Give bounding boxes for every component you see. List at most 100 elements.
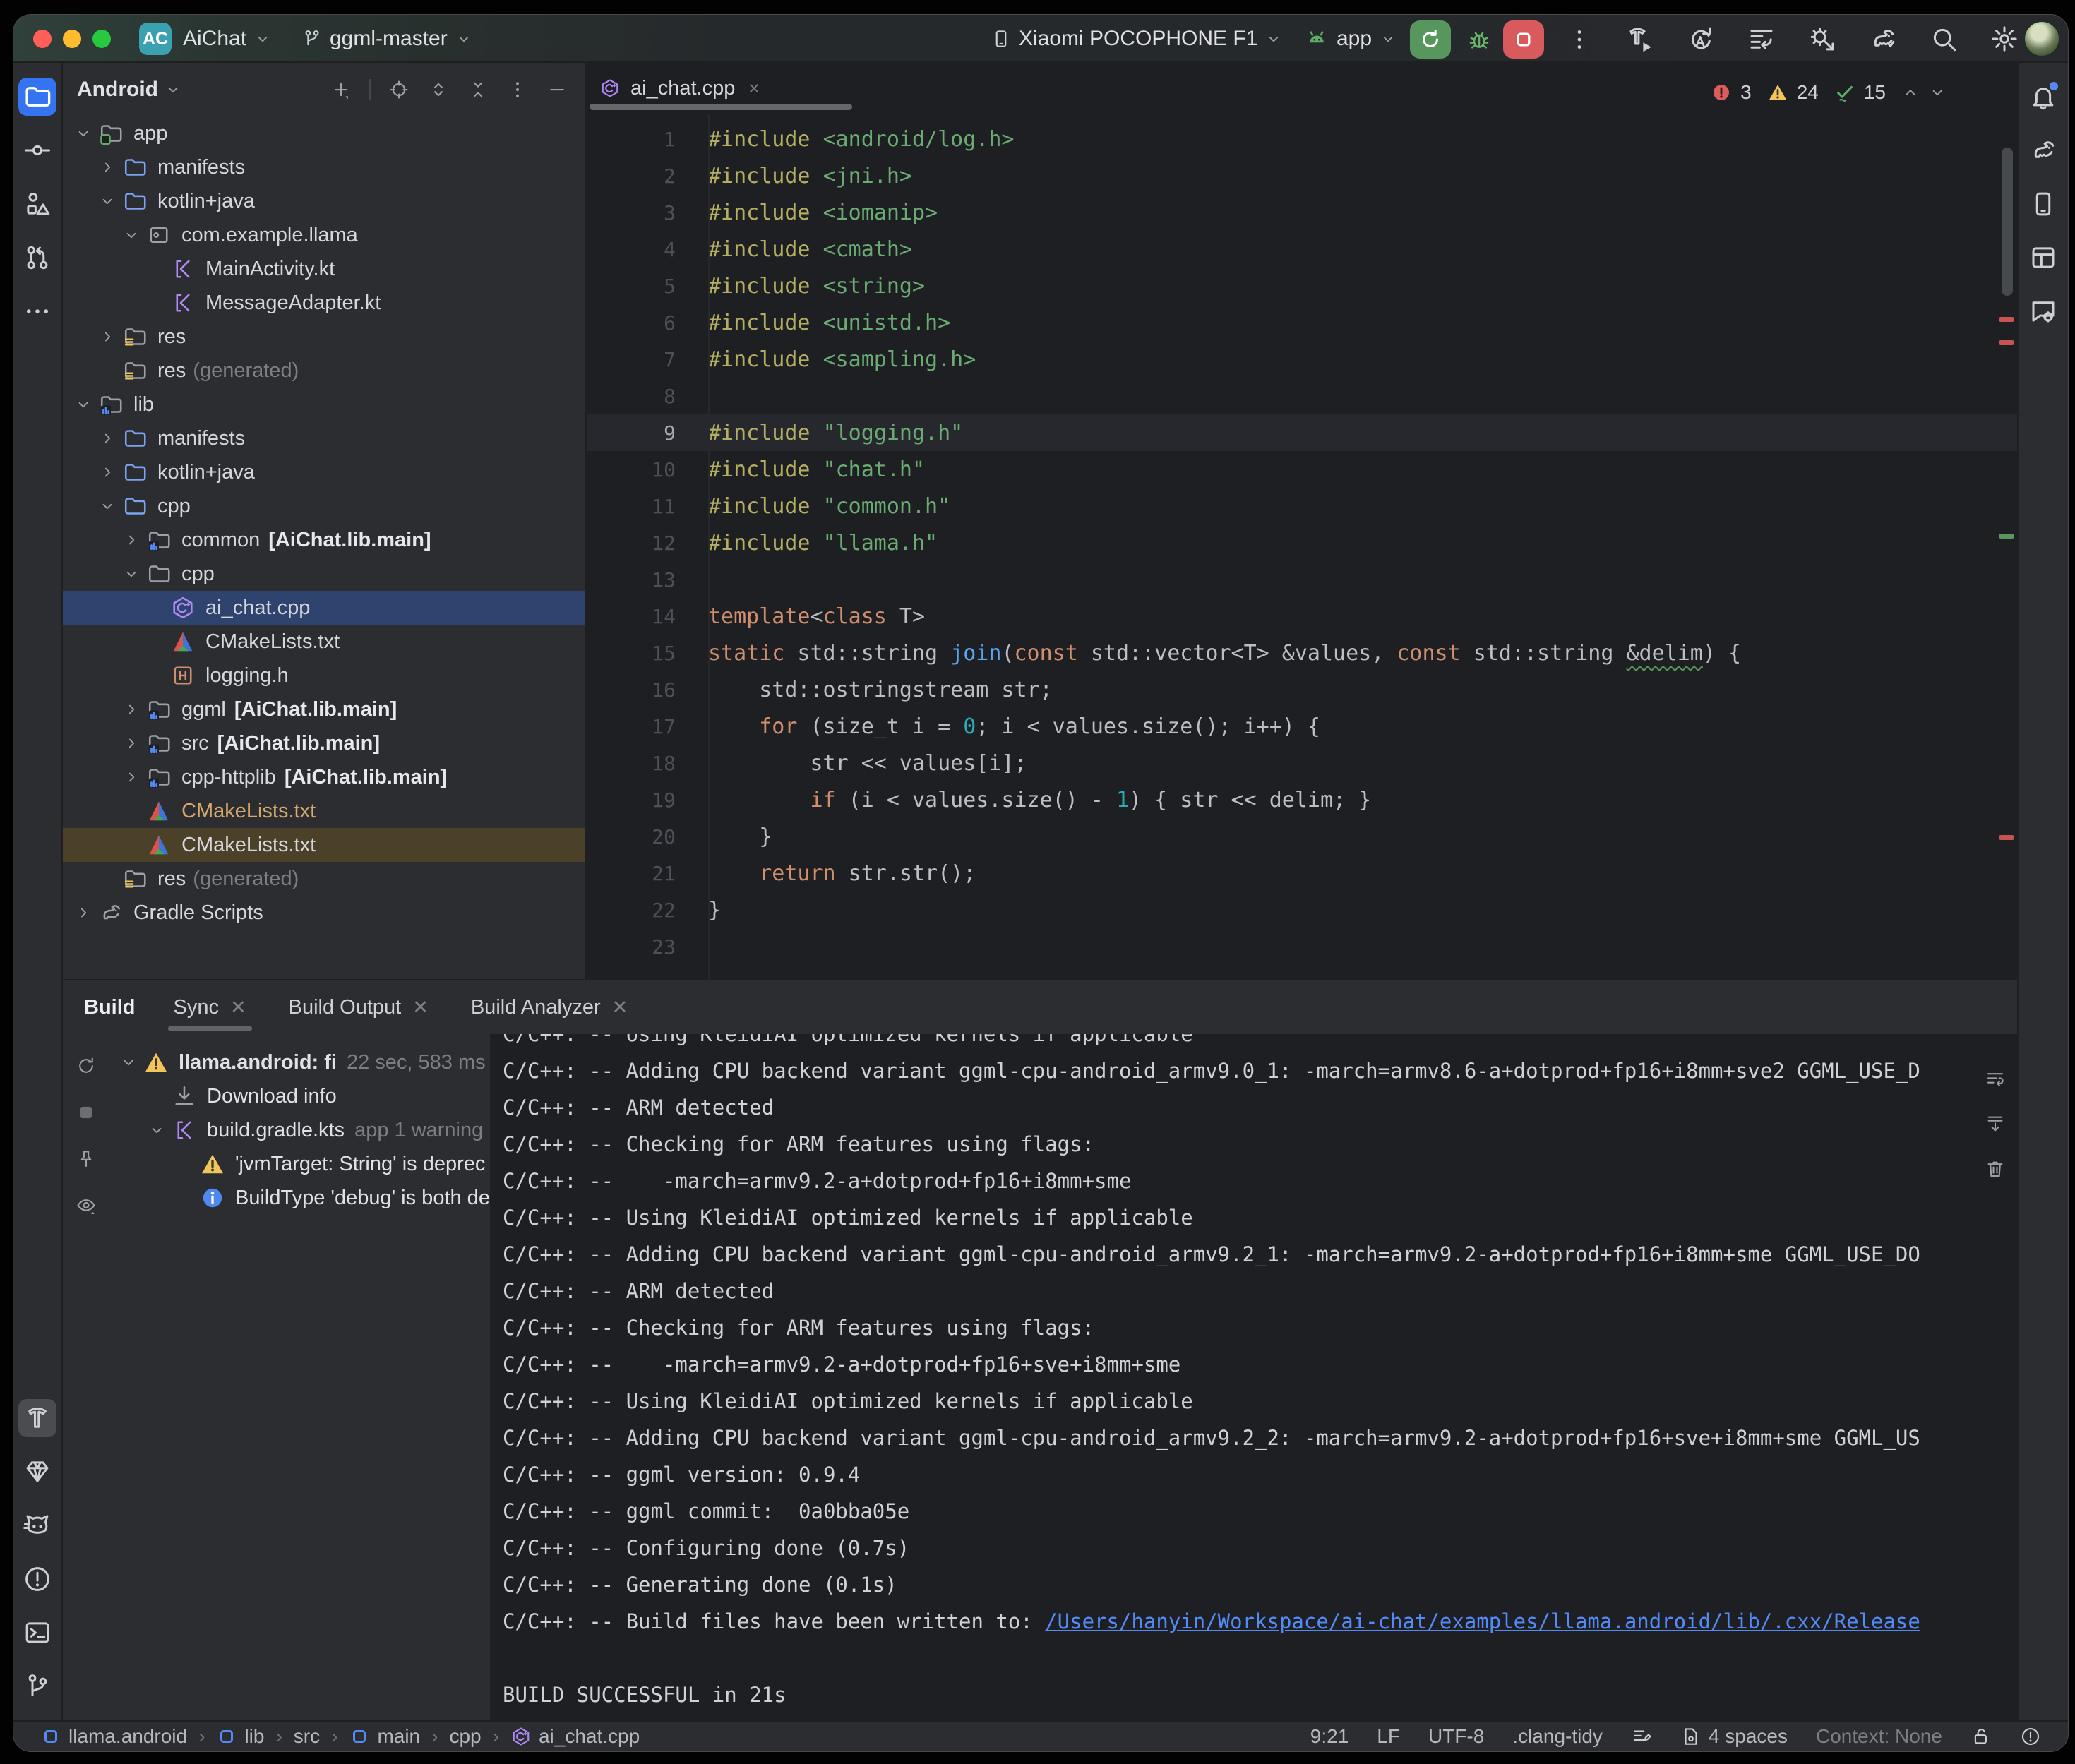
code-editor[interactable]: 1#include <android/log.h>2#include <jni.… [587, 114, 2017, 979]
tool-stripe-button-pull-requests[interactable] [18, 239, 56, 277]
tree-item-cmakelists-txt[interactable]: CMakeLists.txt [63, 625, 585, 659]
tool-stripe-button-project-folder[interactable] [18, 78, 56, 116]
chevron-right-icon[interactable] [98, 463, 116, 481]
tool-stripe-button-structure[interactable] [18, 185, 56, 223]
clear-all-button[interactable] [1980, 1154, 2010, 1184]
editor-scrollbar-thumb[interactable] [2002, 148, 2013, 296]
build-hammer-run-button[interactable] [1625, 23, 1656, 54]
code-line-6[interactable]: 6#include <unistd.h> [587, 304, 2017, 341]
build-tab-build-output[interactable]: Build Output✕ [273, 980, 444, 1034]
inspections-widget[interactable]: 3 24 15 [1711, 81, 1947, 104]
code-line-23[interactable]: 23 [587, 928, 2017, 965]
tree-item-manifests[interactable]: manifests [63, 421, 585, 455]
tool-stripe-button-problems[interactable] [18, 1560, 56, 1598]
code-line-17[interactable]: 17 for (size_t i = 0; i < values.size();… [587, 708, 2017, 745]
context-indicator[interactable]: Context: None [1816, 1725, 1942, 1748]
breadcrumb-item-src[interactable]: src [294, 1725, 320, 1748]
more-run-actions-button[interactable] [1564, 20, 1595, 59]
locate-file-button[interactable] [385, 76, 413, 104]
tree-item-logging-h[interactable]: logging.h [63, 659, 585, 692]
code-line-7[interactable]: 7#include <sampling.h> [587, 341, 2017, 378]
tree-item-app[interactable]: app [63, 116, 585, 150]
profiler-lines-button[interactable] [1746, 23, 1777, 54]
pin-button[interactable] [71, 1144, 101, 1174]
build-output-link[interactable]: /Users/hanyin/Workspace/ai-chat/examples… [1045, 1609, 1920, 1633]
expand-all-button[interactable] [424, 76, 453, 104]
breadcrumb-item-main[interactable]: main [349, 1725, 420, 1748]
close-tab-icon[interactable]: ✕ [412, 997, 429, 1019]
build-output-console[interactable]: C/C++: -- Using KleidiAI optimized kerne… [491, 1034, 2017, 1720]
chevron-right-icon[interactable] [74, 904, 92, 922]
close-tab-icon[interactable] [745, 79, 763, 97]
tree-item-cmakelists-txt[interactable]: CMakeLists.txt [63, 794, 585, 828]
code-line-20[interactable]: 20 } [587, 818, 2017, 855]
tree-item-llama-android-fi[interactable]: llama.android: fi22 sec, 583 ms [109, 1045, 490, 1079]
tree-item-download-info[interactable]: Download info [109, 1079, 490, 1113]
hide-panel-button[interactable] [543, 76, 571, 104]
build-tab-build-analyzer[interactable]: Build Analyzer✕ [455, 980, 643, 1034]
tree-item-res[interactable]: res(generated) [63, 354, 585, 388]
tree-item-lib[interactable]: lib [63, 388, 585, 421]
error-stripe-mark[interactable] [1999, 340, 2014, 345]
zoom-window-button[interactable] [92, 30, 111, 48]
chevron-right-icon[interactable] [122, 768, 140, 786]
code-line-1[interactable]: 1#include <android/log.h> [587, 121, 2017, 157]
tool-stripe-button-app-inspection[interactable] [2024, 292, 2062, 330]
tree-item-cpp[interactable]: cpp [63, 489, 585, 523]
tree-item-cpp-httplib[interactable]: cpp-httplib[AiChat.lib.main] [63, 760, 585, 794]
tree-item-manifests[interactable]: manifests [63, 150, 585, 184]
chevron-right-icon[interactable] [98, 429, 116, 448]
code-line-15[interactable]: 15static std::string join(const std::vec… [587, 635, 2017, 671]
chevron-right-icon[interactable] [98, 158, 116, 176]
chevron-down-icon[interactable] [122, 565, 140, 583]
code-line-22[interactable]: 22} [587, 892, 2017, 928]
vcs-stripe-mark[interactable] [1999, 534, 2014, 539]
file-encoding[interactable]: UTF-8 [1428, 1725, 1484, 1748]
tree-item-ggml[interactable]: ggml[AiChat.lib.main] [63, 692, 585, 726]
tree-item-com-example-llama[interactable]: com.example.llama [63, 218, 585, 252]
tool-stripe-button-commit[interactable] [18, 131, 56, 169]
project-selector[interactable]: AiChat [183, 15, 272, 63]
collapse-all-button[interactable] [464, 76, 492, 104]
code-line-8[interactable]: 8 [587, 378, 2017, 414]
chevron-down-icon[interactable] [98, 497, 116, 515]
tool-stripe-button-layout-inspector[interactable] [2024, 239, 2062, 277]
minimize-window-button[interactable] [63, 30, 81, 48]
stop-button[interactable] [1503, 20, 1544, 59]
tool-stripe-button-more-tool-windows[interactable] [18, 292, 56, 330]
tree-item-cpp[interactable]: cpp [63, 557, 585, 591]
filter-eye-button[interactable] [71, 1191, 101, 1220]
add-button[interactable] [327, 76, 355, 104]
scroll-to-end-button[interactable] [1980, 1109, 2010, 1139]
chevron-down-icon[interactable] [74, 124, 92, 143]
close-tab-icon[interactable]: ✕ [612, 997, 628, 1019]
search-button[interactable] [1928, 23, 1959, 54]
apply-changes-button[interactable] [1685, 23, 1716, 54]
breadcrumb-item-lib[interactable]: lib [216, 1725, 264, 1748]
breadcrumb-item-llama-android[interactable]: llama.android [40, 1725, 187, 1748]
code-style-icon[interactable] [1631, 1726, 1652, 1747]
error-stripe-mark[interactable] [1999, 835, 2014, 840]
tree-item-cmakelists-txt[interactable]: CMakeLists.txt [63, 828, 585, 862]
code-line-16[interactable]: 16 std::ostringstream str; [587, 671, 2017, 708]
code-line-10[interactable]: 10#include "chat.h" [587, 451, 2017, 488]
chevron-right-icon[interactable] [122, 734, 140, 752]
previous-problem-icon[interactable] [1901, 83, 1920, 102]
breadcrumb-item-ai-chat-cpp[interactable]: ai_chat.cpp [510, 1725, 640, 1748]
tree-item-gradle-scripts[interactable]: Gradle Scripts [63, 896, 585, 930]
tool-stripe-button-notifications-bell[interactable] [2024, 78, 2062, 116]
next-problem-icon[interactable] [1928, 83, 1947, 102]
error-stripe-mark[interactable] [1999, 317, 2014, 322]
code-line-21[interactable]: 21 return str.str(); [587, 855, 2017, 892]
tool-stripe-button-version-control[interactable] [18, 1667, 56, 1705]
breadcrumb-item-cpp[interactable]: cpp [449, 1725, 481, 1748]
chevron-down-icon[interactable] [74, 395, 92, 414]
caret-position[interactable]: 9:21 [1310, 1725, 1349, 1748]
chevron-down-icon[interactable] [122, 226, 140, 244]
unlock-icon[interactable] [1971, 1726, 1992, 1747]
close-window-button[interactable] [33, 30, 52, 48]
chevron-right-icon[interactable] [122, 531, 140, 549]
debug-button[interactable] [1459, 20, 1499, 59]
tree-item-kotlin-java[interactable]: kotlin+java [63, 184, 585, 218]
linter-status[interactable]: .clang-tidy [1512, 1725, 1603, 1748]
